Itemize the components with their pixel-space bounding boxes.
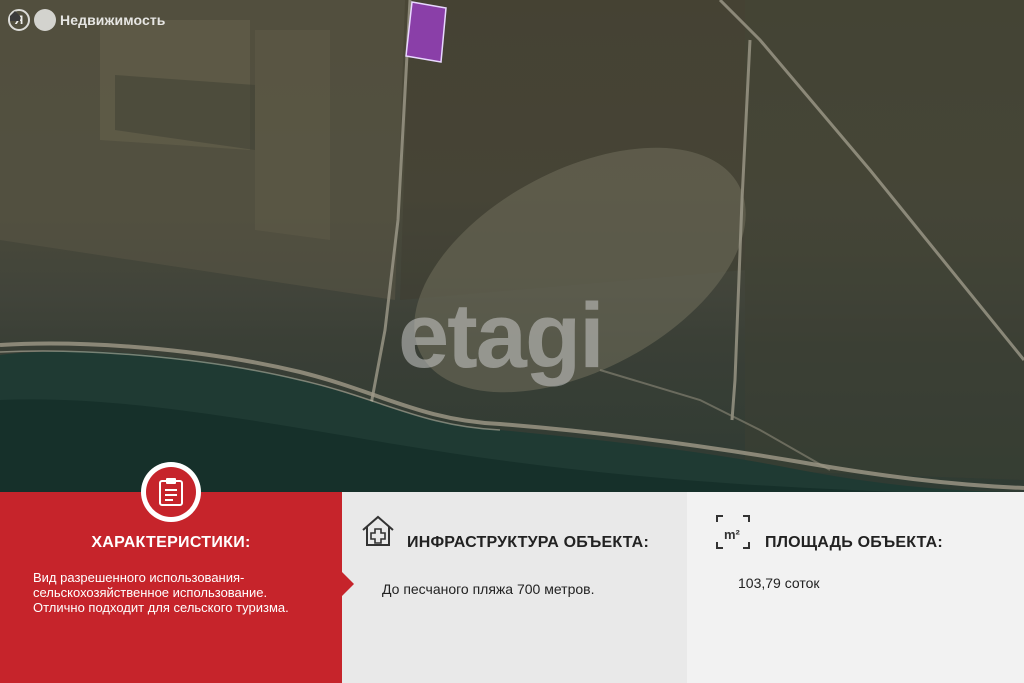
area-title: ПЛОЩАДЬ ОБЪЕКТА:: [765, 534, 943, 551]
house-medical-icon: [362, 515, 394, 546]
satellite-terrain: [0, 0, 1024, 492]
brand-name: Недвижимость: [60, 12, 166, 28]
area-m2-icon: m²: [716, 515, 750, 549]
area-icon-label: m²: [724, 527, 741, 542]
satellite-map: Я Недвижимость etagi: [0, 0, 1024, 492]
characteristics-line: Отлично подходит для сельского туризма.: [33, 600, 289, 615]
infrastructure-text: До песчаного пляжа 700 метров.: [382, 581, 595, 597]
characteristics-badge: [141, 462, 201, 522]
etagi-watermark: etagi: [398, 285, 605, 387]
listing-image: Я Недвижимость etagi ХАРАКТЕРИСТИКИ: Ви: [0, 0, 1024, 683]
infrastructure-panel: ИНФРАСТРУКТУРА ОБЪЕКТА: До песчаного пля…: [342, 492, 687, 683]
characteristics-text: Вид разрешенного использования- сельскох…: [33, 570, 333, 615]
characteristics-panel: ХАРАКТЕРИСТИКИ: Вид разрешенного использ…: [0, 462, 354, 683]
realty-house-icon: [10, 9, 56, 31]
area-value: 103,79 соток: [738, 575, 820, 591]
area-panel: m² ПЛОЩАДЬ ОБЪЕКТА: 103,79 соток: [687, 492, 1024, 683]
characteristics-title: ХАРАКТЕРИСТИКИ:: [91, 534, 251, 551]
infrastructure-title: ИНФРАСТРУКТУРА ОБЪЕКТА:: [407, 534, 649, 551]
characteristics-line: сельскохозяйственное использование.: [33, 585, 268, 600]
land-plot-highlight: [405, 1, 447, 63]
characteristics-line: Вид разрешенного использования-: [33, 570, 245, 585]
yandex-realty-brand[interactable]: Я Недвижимость: [8, 9, 166, 31]
clipboard-icon: [159, 478, 183, 506]
